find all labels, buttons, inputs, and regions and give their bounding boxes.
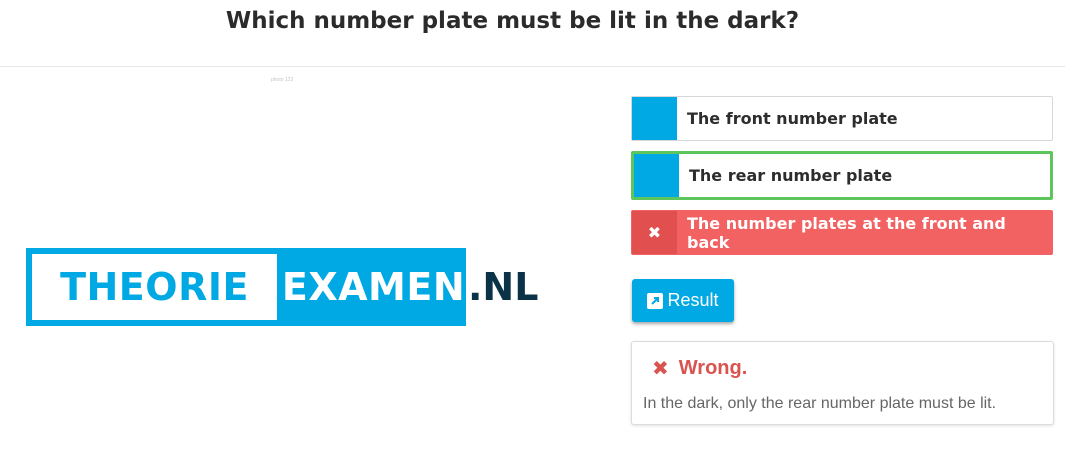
answer-marker: [634, 154, 679, 197]
answer-label: The front number plate: [687, 109, 898, 128]
logo: THEORIE EXAMEN .NL: [26, 248, 538, 326]
answer-option-3[interactable]: ✖ The number plates at the front and bac…: [631, 210, 1053, 255]
answer-option-2[interactable]: The rear number plate: [631, 151, 1053, 200]
logo-box: THEORIE EXAMEN: [26, 248, 466, 326]
result-button[interactable]: Result: [632, 279, 734, 322]
close-icon: ✖: [647, 224, 662, 242]
answer-marker: [632, 97, 677, 140]
result-button-label: Result: [667, 290, 719, 310]
feedback-status: Wrong.: [678, 357, 748, 379]
feedback-explanation: In the dark, only the rear number plate …: [643, 395, 997, 412]
external-link-icon: [647, 292, 664, 309]
question-title: Which number plate must be lit in the da…: [225, 8, 800, 34]
close-icon: ✖: [652, 358, 669, 380]
answer-label: The rear number plate: [689, 166, 893, 185]
logo-left-text: THEORIE: [32, 254, 277, 320]
answer-label: The number plates at the front and back: [687, 213, 1006, 252]
feedback-panel: ✖ Wrong. In the dark, only the rear numb…: [631, 341, 1054, 425]
answer-marker: ✖: [632, 211, 677, 254]
logo-right-text: EXAMEN: [281, 265, 466, 309]
logo-suffix: .NL: [468, 265, 539, 309]
answer-option-1[interactable]: The front number plate: [631, 96, 1053, 141]
header: Which number plate must be lit in the da…: [0, 0, 1065, 67]
feedback-header: ✖ Wrong.: [652, 356, 747, 381]
image-caption: photo 123: [271, 77, 294, 83]
